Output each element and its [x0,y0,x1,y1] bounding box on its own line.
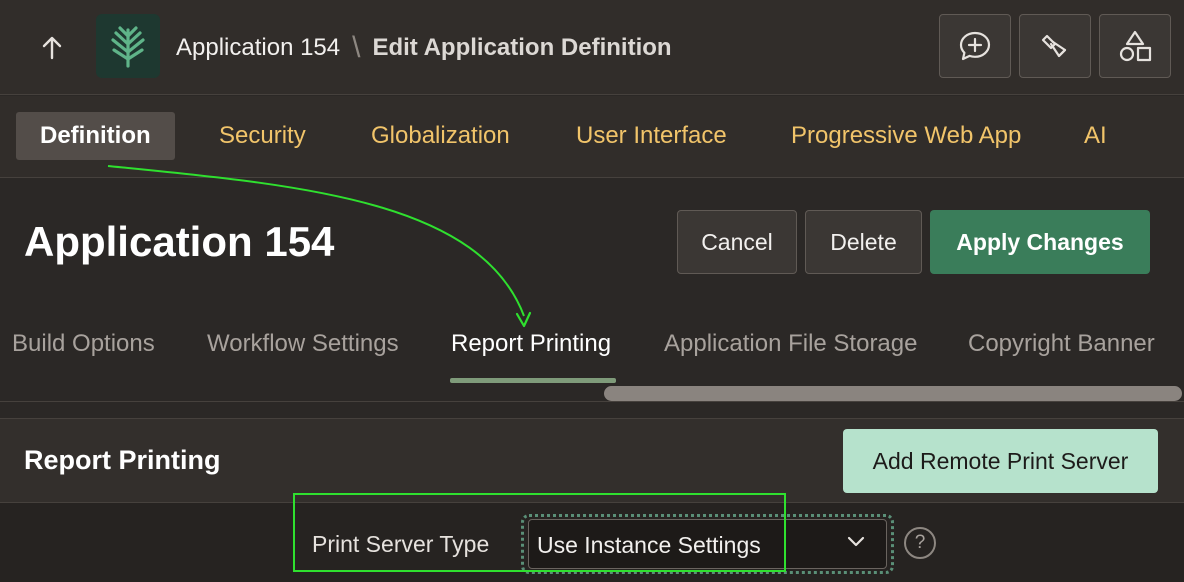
subtab-copyright-banner[interactable]: Copyright Banner [968,330,1155,358]
chevron-down-icon [846,534,866,553]
subtab-workflow-settings[interactable]: Workflow Settings [207,330,399,358]
main-tabs: Definition Security Globalization User I… [0,96,1184,178]
app-logo[interactable] [96,14,160,78]
tab-user-interface[interactable]: User Interface [576,112,727,160]
highlight-box [293,493,786,572]
tab-globalization[interactable]: Globalization [371,112,510,160]
fern-leaf-icon [111,26,145,68]
breadcrumb-current-page: Edit Application Definition [372,34,672,61]
breadcrumb: Application 154 \ Edit Application Defin… [176,28,672,68]
help-icon[interactable]: ? [904,527,936,559]
tab-progressive-web-app[interactable]: Progressive Web App [791,112,1021,160]
cancel-button[interactable]: Cancel [677,210,797,274]
arrow-up-icon[interactable] [30,28,74,68]
shapes-button[interactable] [1099,14,1171,78]
region-header: Report Printing Add Remote Print Server [0,418,1184,502]
breadcrumb-app[interactable]: Application 154 [176,34,340,62]
apply-changes-button[interactable]: Apply Changes [930,210,1150,274]
subtab-application-file-storage[interactable]: Application File Storage [664,330,917,358]
tab-definition[interactable]: Definition [16,112,175,160]
tab-security[interactable]: Security [219,112,306,160]
delete-button[interactable]: Delete [805,210,922,274]
active-tab-indicator [450,378,616,383]
tabs-scrollbar[interactable] [604,386,1182,401]
breadcrumb-separator: \ [352,31,361,64]
shapes-icon [1119,30,1152,62]
top-bar: Application 154 \ Edit Application Defin… [0,0,1184,95]
divider [0,401,1184,402]
feedback-icon [959,31,991,61]
tab-ai[interactable]: AI [1084,112,1107,160]
subtab-build-options[interactable]: Build Options [12,330,155,358]
subtab-report-printing[interactable]: Report Printing [451,330,611,358]
feedback-button[interactable] [939,14,1011,78]
region-title: Report Printing [24,445,221,475]
flashlight-icon [1041,34,1067,58]
add-remote-print-server-button[interactable]: Add Remote Print Server [843,429,1158,493]
flashlight-button[interactable] [1019,14,1091,78]
page-title: Application 154 [24,218,335,265]
